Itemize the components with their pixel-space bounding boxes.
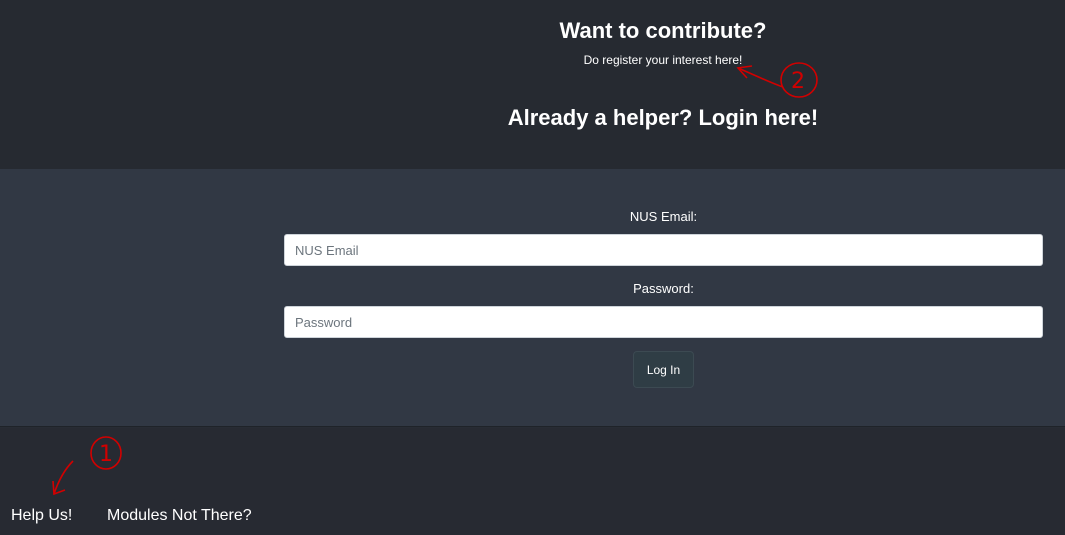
help-us-link[interactable]: Help Us! [11,507,72,525]
modules-not-there-link[interactable]: Modules Not There? [107,507,252,525]
email-input[interactable] [284,234,1043,266]
contribute-title: Want to contribute? [559,18,767,43]
email-label: NUS Email: [629,209,698,224]
register-prefix: Do register your interest [583,53,716,67]
footer: Help Us! Modules Not There? [0,428,1065,535]
password-label: Password: [633,281,694,296]
login-button[interactable]: Log In [633,351,694,388]
password-input[interactable] [284,306,1043,338]
register-text: Do register your interest here! [263,53,1063,67]
login-form: NUS Email: Password: Log In [0,169,1065,427]
login-title: Already a helper? Login here! [507,105,819,130]
contribute-header: Want to contribute? Do register your int… [0,0,1065,169]
register-here-link[interactable]: here! [715,53,742,67]
